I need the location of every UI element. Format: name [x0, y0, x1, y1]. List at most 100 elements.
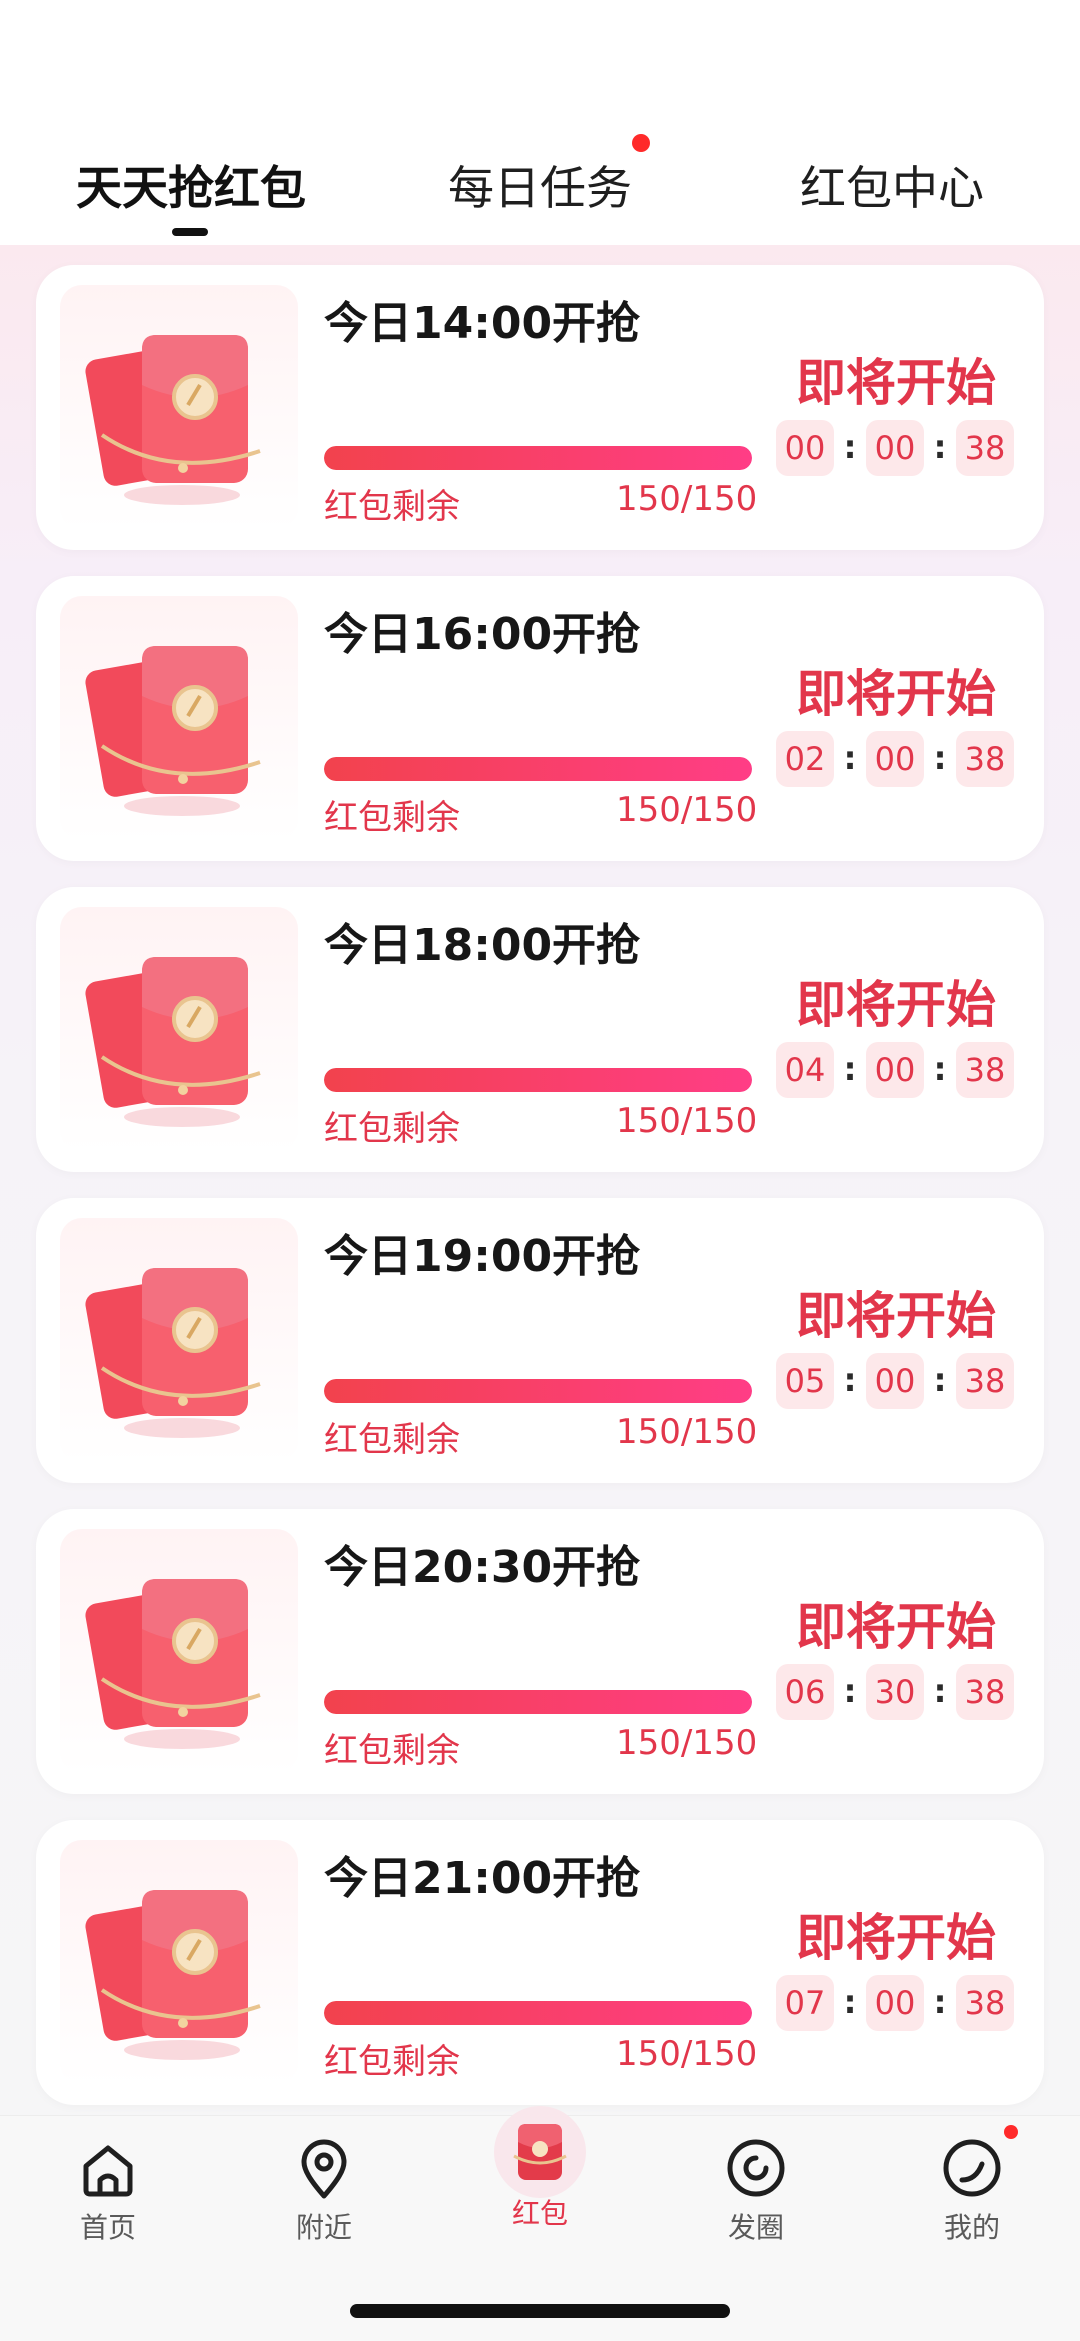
nav-red-packet[interactable]: 红包: [460, 2102, 620, 2230]
profile-badge-dot: [1004, 2125, 1018, 2139]
countdown-minutes: 00: [866, 731, 924, 787]
countdown-minutes: 30: [866, 1664, 924, 1720]
red-packet-card[interactable]: 今日21:00开抢 即将开始 红包剩余 150/150 07 : 00 : 38: [36, 1820, 1044, 2105]
countdown-seconds: 38: [956, 1975, 1014, 2031]
nav-label: 发圈: [727, 2211, 784, 2244]
red-packet-icon: [85, 646, 261, 816]
countdown-minutes: 00: [866, 1042, 924, 1098]
countdown-seconds: 38: [956, 1664, 1014, 1720]
countdown-hours: 04: [776, 1042, 834, 1098]
red-packet-icon: [85, 957, 261, 1127]
countdown-separator: :: [843, 1983, 857, 2021]
progress-fill: [324, 2001, 752, 2025]
remain-progress-bar: [324, 446, 752, 470]
red-packet-card[interactable]: 今日14:00开抢 即将开始 红包剩余 150/150 00 : 00 : 38: [36, 265, 1044, 550]
remain-progress-bar: [324, 1690, 752, 1714]
active-tab-indicator: [172, 228, 208, 236]
card-title: 今日18:00开抢: [324, 920, 641, 971]
countdown-separator: :: [933, 428, 947, 466]
countdown-separator: :: [843, 739, 857, 777]
red-packet-card[interactable]: 今日19:00开抢 即将开始 红包剩余 150/150 05 : 00 : 38: [36, 1198, 1044, 1483]
nav-home[interactable]: 首页: [28, 2136, 188, 2256]
red-packet-icon: [85, 1890, 261, 2060]
red-packet-thumbnail: [60, 1218, 298, 1463]
red-packet-card[interactable]: 今日18:00开抢 即将开始 红包剩余 150/150 04 : 00 : 38: [36, 887, 1044, 1172]
card-title: 今日14:00开抢: [324, 298, 641, 349]
countdown-seconds: 38: [956, 420, 1014, 476]
card-title: 今日20:30开抢: [324, 1542, 641, 1593]
nav-nearby[interactable]: 附近: [244, 2136, 404, 2256]
tab-bar: 天天抢红包 每日任务 红包中心: [0, 148, 1080, 238]
countdown-seconds: 38: [956, 1353, 1014, 1409]
card-status: 即将开始: [796, 1598, 996, 1656]
remain-count: 150/150: [616, 479, 758, 519]
remain-count: 150/150: [616, 1723, 758, 1763]
nav-label: 附近: [295, 2211, 352, 2244]
red-packet-thumbnail: [60, 285, 298, 530]
remain-label: 红包剩余: [324, 487, 460, 527]
remain-label: 红包剩余: [324, 1731, 460, 1771]
countdown-separator: :: [933, 1672, 947, 1710]
countdown-separator: :: [843, 1361, 857, 1399]
countdown-hours: 06: [776, 1664, 834, 1720]
nav-moments[interactable]: 发圈: [676, 2136, 836, 2256]
nav-label: 我的: [943, 2211, 1000, 2244]
red-packet-thumbnail: [60, 1529, 298, 1774]
progress-fill: [324, 1068, 752, 1092]
countdown-minutes: 00: [866, 1353, 924, 1409]
red-packet-card[interactable]: 今日20:30开抢 即将开始 红包剩余 150/150 06 : 30 : 38: [36, 1509, 1044, 1794]
card-title: 今日16:00开抢: [324, 609, 641, 660]
card-status: 即将开始: [796, 1287, 996, 1345]
red-packet-icon: [494, 2106, 586, 2198]
tab-red-packet-center[interactable]: 红包中心: [800, 148, 984, 228]
countdown-seconds: 38: [956, 1042, 1014, 1098]
red-packet-icon: [85, 1579, 261, 1749]
remain-label: 红包剩余: [324, 1109, 460, 1149]
remain-label: 红包剩余: [324, 2042, 460, 2082]
red-packet-icon: [85, 335, 261, 505]
red-packet-thumbnail: [60, 596, 298, 841]
nav-label: 红包: [511, 2197, 568, 2230]
remain-progress-bar: [324, 1068, 752, 1092]
progress-fill: [324, 1379, 752, 1403]
red-packet-thumbnail: [60, 907, 298, 1152]
countdown-separator: :: [933, 1050, 947, 1088]
card-title: 今日19:00开抢: [324, 1231, 641, 1282]
card-status: 即将开始: [796, 354, 996, 412]
nav-label: 首页: [79, 2211, 136, 2244]
progress-fill: [324, 446, 752, 470]
home-indicator[interactable]: [350, 2304, 730, 2318]
card-status: 即将开始: [796, 1909, 996, 1967]
countdown-separator: :: [933, 1983, 947, 2021]
countdown-hours: 00: [776, 420, 834, 476]
card-status: 即将开始: [796, 665, 996, 723]
progress-fill: [324, 757, 752, 781]
countdown-separator: :: [933, 739, 947, 777]
countdown-hours: 02: [776, 731, 834, 787]
home-icon: [83, 2145, 133, 2197]
countdown-hours: 05: [776, 1353, 834, 1409]
countdown-minutes: 00: [866, 420, 924, 476]
countdown-hours: 07: [776, 1975, 834, 2031]
remain-label: 红包剩余: [324, 798, 460, 838]
red-packet-card[interactable]: 今日16:00开抢 即将开始 红包剩余 150/150 02 : 00 : 38: [36, 576, 1044, 861]
tab-badge-dot: [632, 134, 650, 152]
location-pin-icon: [301, 2139, 347, 2199]
remain-count: 150/150: [616, 790, 758, 830]
remain-progress-bar: [324, 1379, 752, 1403]
countdown-separator: :: [843, 1050, 857, 1088]
nav-profile[interactable]: 我的: [892, 2136, 1052, 2256]
remain-label: 红包剩余: [324, 1420, 460, 1460]
countdown-separator: :: [933, 1361, 947, 1399]
tab-daily-grab[interactable]: 天天抢红包: [76, 148, 306, 228]
countdown-minutes: 00: [866, 1975, 924, 2031]
remain-count: 150/150: [616, 2034, 758, 2074]
tab-daily-tasks[interactable]: 每日任务: [448, 148, 632, 228]
progress-fill: [324, 1690, 752, 1714]
red-packet-thumbnail: [60, 1840, 298, 2085]
remain-count: 150/150: [616, 1412, 758, 1452]
countdown-separator: :: [843, 428, 857, 466]
remain-progress-bar: [324, 2001, 752, 2025]
remain-count: 150/150: [616, 1101, 758, 1141]
remain-progress-bar: [324, 757, 752, 781]
